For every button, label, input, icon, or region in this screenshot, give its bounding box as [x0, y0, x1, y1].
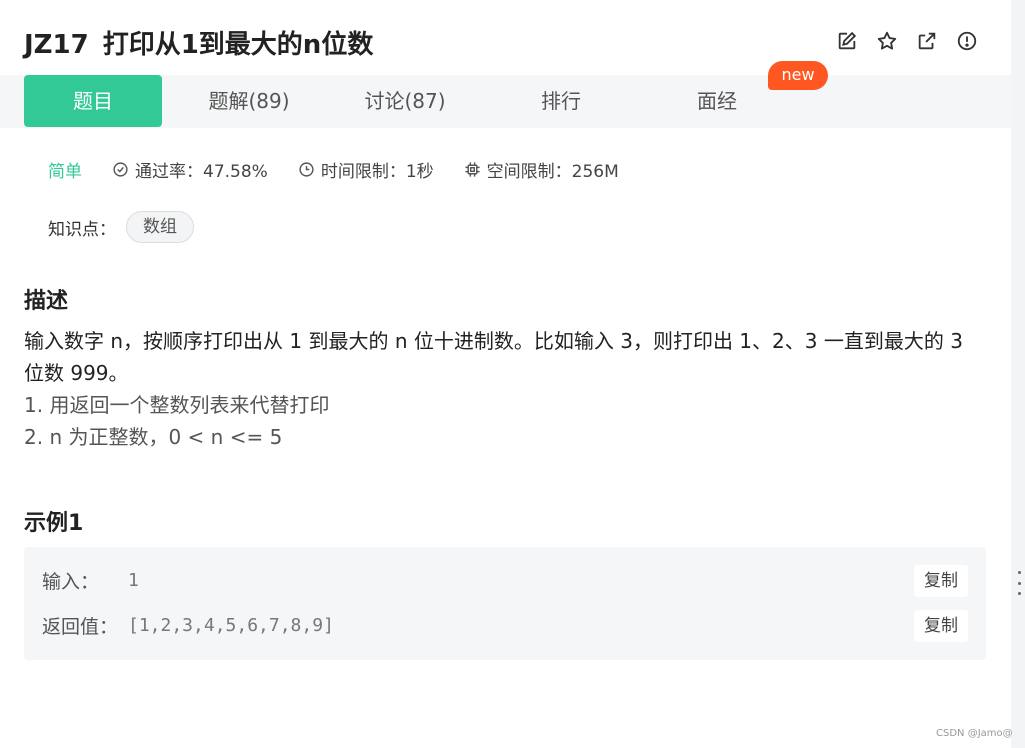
copy-output-button[interactable]: 复制	[914, 610, 968, 642]
description-note-2: 2. n 为正整数，0 < n <= 5	[24, 425, 283, 449]
difficulty-label: 简单	[48, 162, 82, 182]
new-badge: new	[768, 61, 828, 90]
more-vertical-icon[interactable]	[1016, 571, 1022, 595]
clock-icon	[299, 162, 314, 177]
time-limit: 时间限制：1秒	[298, 157, 434, 182]
description-heading: 描述	[24, 289, 69, 314]
example-output-row: 返回值： [1,2,3,4,5,6,7,8,9]	[42, 610, 334, 640]
tab-discussion[interactable]: 讨论(87)	[336, 75, 474, 127]
description-body: 输入数字 n，按顺序打印出从 1 到最大的 n 位十进制数。比如输入 3，则打印…	[24, 325, 984, 453]
tag-array[interactable]: 数组	[126, 211, 194, 243]
knowledge-label: 知识点：	[48, 219, 116, 240]
input-value: 1	[128, 569, 139, 591]
problem-code: JZ17	[24, 30, 89, 60]
description-note-1: 1. 用返回一个整数列表来代替打印	[24, 393, 330, 417]
example-heading: 示例1	[24, 511, 84, 536]
problem-name: 打印从1到最大的n位数	[102, 30, 374, 60]
memory-limit-text: 空间限制：256M	[486, 162, 619, 182]
report-icon[interactable]	[956, 30, 978, 52]
pass-rate-text: 通过率：47.58%	[135, 162, 268, 182]
chip-icon	[465, 162, 480, 177]
time-limit-text: 时间限制：1秒	[320, 162, 434, 182]
tab-problem[interactable]: 题目	[24, 75, 162, 127]
knowledge-points: 知识点： 数组	[48, 211, 194, 243]
copy-input-button[interactable]: 复制	[914, 565, 968, 597]
pass-rate: 通过率：47.58%	[112, 157, 268, 182]
problem-meta: 简单 通过率：47.58% 时间限制：1秒 空间限制：256M	[48, 157, 649, 182]
right-scroll-rail[interactable]	[1011, 0, 1025, 748]
example-input-row: 输入： 1	[42, 565, 139, 595]
tab-solutions[interactable]: 题解(89)	[180, 75, 318, 127]
memory-limit: 空间限制：256M	[464, 157, 619, 182]
description-text: 输入数字 n，按顺序打印出从 1 到最大的 n 位十进制数。比如输入 3，则打印…	[24, 329, 963, 385]
output-value: [1,2,3,4,5,6,7,8,9]	[128, 614, 334, 636]
check-circle-icon	[113, 162, 128, 177]
tab-interview[interactable]: 面经	[648, 75, 786, 127]
example-box: 输入： 1 复制 返回值： [1,2,3,4,5,6,7,8,9] 复制	[24, 547, 986, 660]
title-actions	[836, 30, 978, 52]
problem-title: JZ17 打印从1到最大的n位数	[24, 24, 373, 61]
star-icon[interactable]	[876, 30, 898, 52]
watermark: CSDN @Jamo@	[936, 728, 1013, 739]
edit-icon[interactable]	[836, 30, 858, 52]
tab-bar: 题目 题解(89) 讨论(87) 排行 面经	[0, 75, 1011, 128]
output-label: 返回值：	[42, 615, 119, 638]
input-label: 输入：	[42, 570, 100, 593]
share-icon[interactable]	[916, 30, 938, 52]
tab-ranking[interactable]: 排行	[492, 75, 630, 127]
